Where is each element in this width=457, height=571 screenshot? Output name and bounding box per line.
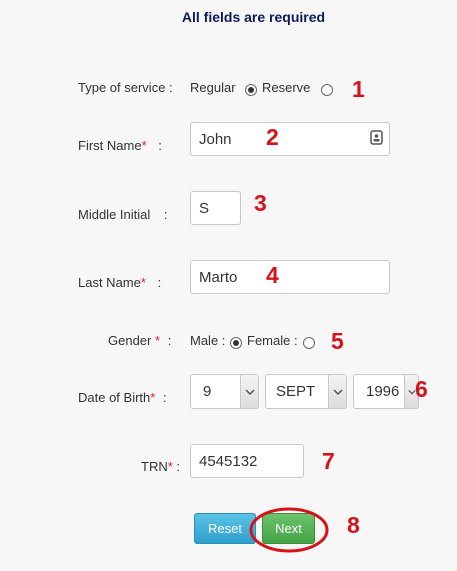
annotation-7: 7 bbox=[322, 448, 335, 474]
last-name-label-text: Last Name bbox=[78, 275, 141, 290]
dob-label: Date of Birth* : bbox=[78, 390, 167, 405]
dob-label-text: Date of Birth bbox=[78, 390, 151, 405]
highlight-ellipse bbox=[249, 507, 329, 553]
chevron-down-icon[interactable] bbox=[240, 375, 258, 408]
annotation-4: 4 bbox=[266, 262, 279, 288]
required-star: * bbox=[141, 138, 147, 153]
service-option-reserve-label: Reserve bbox=[262, 80, 311, 95]
required-star: * bbox=[150, 390, 156, 405]
label-colon: : bbox=[162, 390, 167, 405]
last-name-value: Marto bbox=[199, 268, 238, 286]
annotation-1: 1 bbox=[352, 76, 365, 102]
annotation-3: 3 bbox=[254, 190, 267, 216]
gender-radio-male[interactable] bbox=[230, 337, 242, 349]
reset-button[interactable]: Reset bbox=[194, 513, 256, 544]
label-colon: : bbox=[163, 207, 168, 222]
gender-option-male-label: Male : bbox=[190, 333, 226, 348]
required-star: * bbox=[155, 333, 161, 348]
required-star: * bbox=[140, 275, 146, 290]
label-colon: : bbox=[157, 275, 162, 290]
dob-day-select[interactable]: 9 bbox=[190, 374, 259, 409]
first-name-value: John bbox=[199, 130, 232, 148]
middle-initial-input[interactable]: S bbox=[190, 191, 241, 225]
middle-initial-label: Middle Initial : bbox=[78, 207, 168, 222]
service-label: Type of service : bbox=[78, 80, 173, 95]
dob-day-value: 9 bbox=[203, 383, 212, 400]
label-colon: : bbox=[158, 138, 162, 153]
annotation-2: 2 bbox=[266, 124, 279, 150]
dob-year-value: 1996 bbox=[366, 383, 400, 400]
service-option-regular-label: Regular bbox=[190, 80, 236, 95]
required-star: * bbox=[167, 459, 173, 474]
label-colon: : bbox=[167, 333, 172, 348]
dob-year-select[interactable]: 1996 bbox=[353, 374, 419, 409]
gender-option-female-label: Female : bbox=[247, 333, 298, 348]
dob-month-value: SEPT bbox=[276, 383, 316, 400]
last-name-input[interactable]: Marto bbox=[190, 260, 390, 294]
trn-label-text: TRN bbox=[141, 459, 168, 474]
gender-radio-female[interactable] bbox=[303, 337, 315, 349]
annotation-8: 8 bbox=[347, 512, 360, 538]
first-name-input[interactable]: John bbox=[190, 122, 390, 156]
first-name-label-text: First Name bbox=[78, 138, 142, 153]
trn-label: TRN* : bbox=[141, 459, 180, 474]
gender-label: Gender * : bbox=[108, 333, 171, 348]
label-colon: : bbox=[176, 459, 181, 474]
trn-input[interactable]: 4545132 bbox=[190, 444, 304, 478]
gender-label-text: Gender bbox=[108, 333, 152, 348]
dob-month-select[interactable]: SEPT bbox=[265, 374, 347, 409]
annotation-5: 5 bbox=[331, 328, 344, 354]
last-name-label: Last Name* : bbox=[78, 275, 161, 290]
chevron-down-icon[interactable] bbox=[328, 375, 346, 408]
radio-selected-dot bbox=[248, 87, 254, 93]
first-name-label: First Name* : bbox=[78, 138, 162, 153]
middle-initial-value: S bbox=[199, 199, 210, 217]
contact-card-icon[interactable] bbox=[370, 129, 383, 149]
service-radio-regular[interactable] bbox=[245, 84, 257, 96]
middle-initial-label-text: Middle Initial bbox=[78, 207, 151, 222]
service-radio-reserve[interactable] bbox=[321, 84, 333, 96]
radio-selected-dot bbox=[233, 340, 239, 346]
form-title: All fields are required bbox=[181, 9, 326, 25]
trn-value: 4545132 bbox=[199, 452, 258, 470]
annotation-6: 6 bbox=[415, 376, 428, 402]
